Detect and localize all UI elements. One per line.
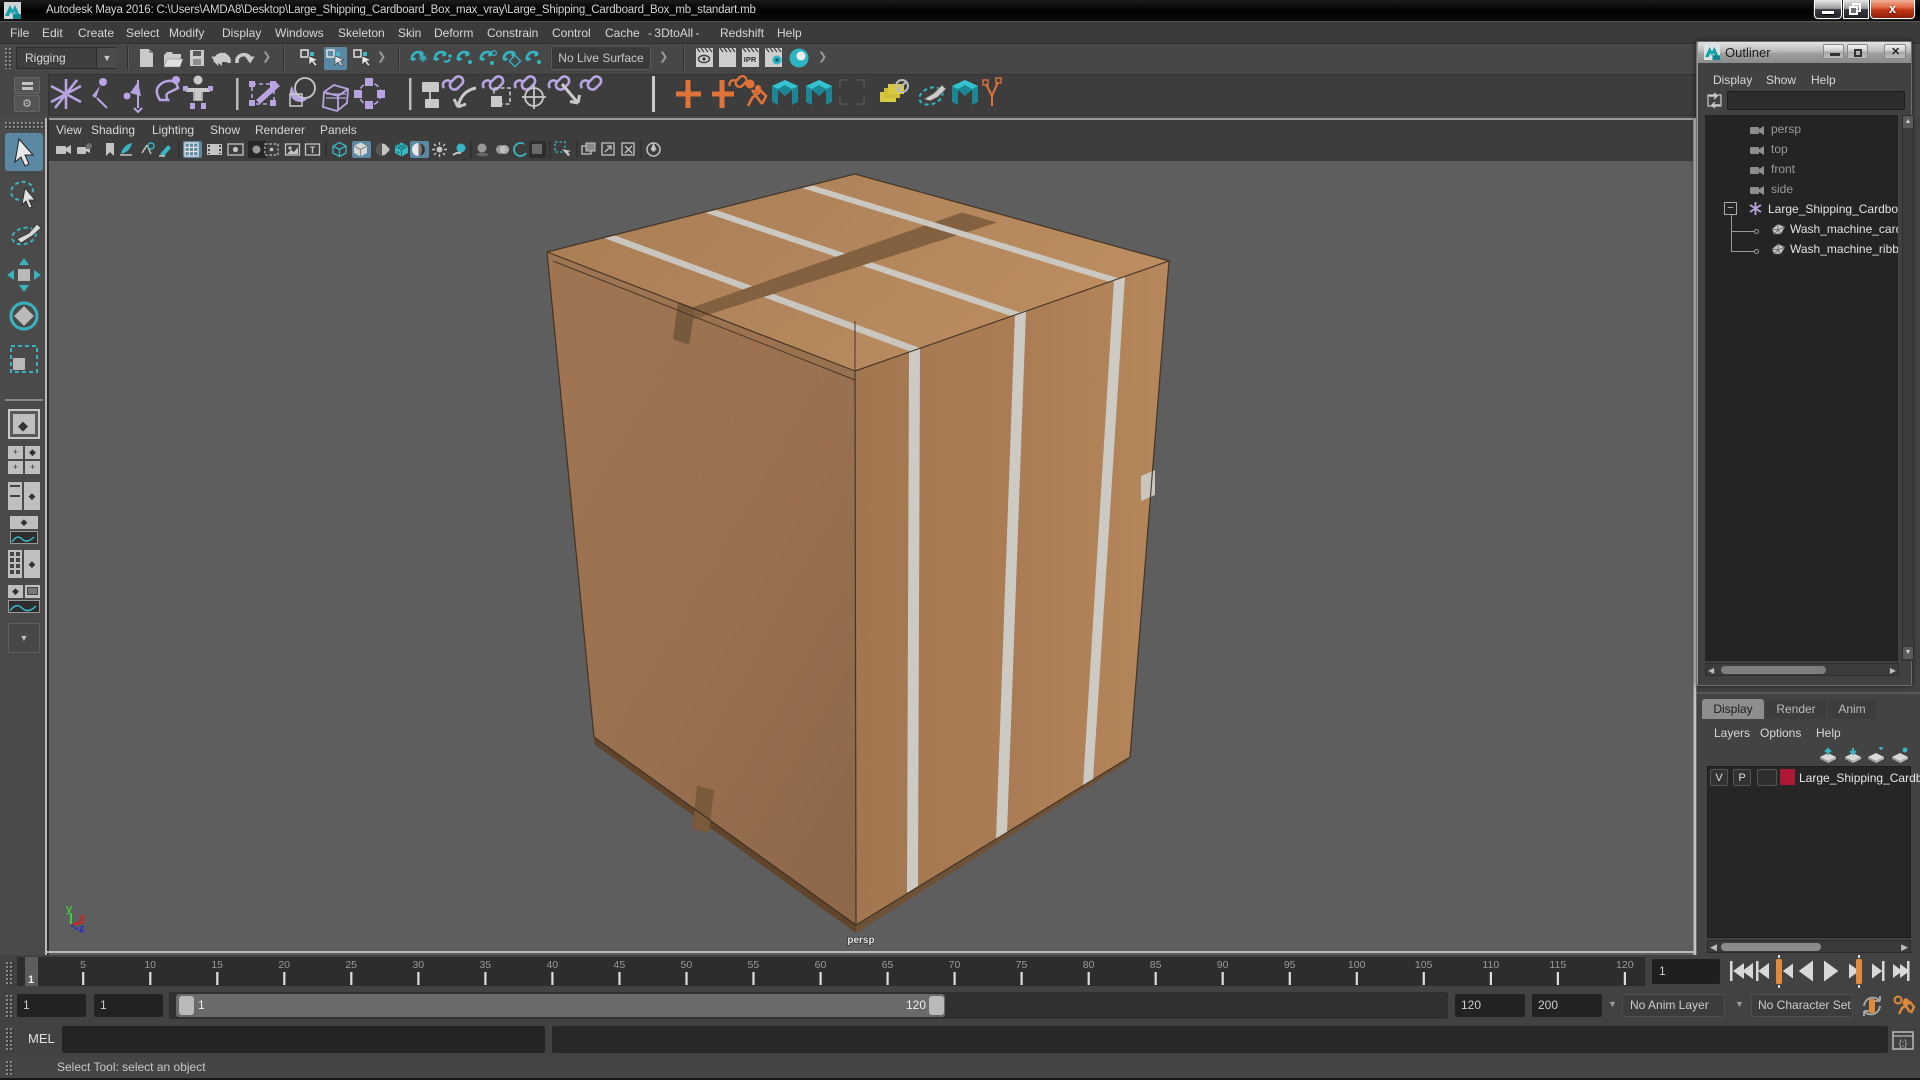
svg-text:100: 100 xyxy=(1348,959,1366,971)
svg-text:80: 80 xyxy=(1083,959,1095,971)
svg-text:55: 55 xyxy=(748,959,760,971)
svg-text:40: 40 xyxy=(546,959,558,971)
svg-text:T: T xyxy=(310,145,316,155)
svg-text:30: 30 xyxy=(412,959,424,971)
svg-text:90: 90 xyxy=(1217,959,1229,971)
svg-text:65: 65 xyxy=(882,959,894,971)
svg-text:15: 15 xyxy=(211,959,223,971)
svg-text:1: 1 xyxy=(28,974,34,986)
svg-text:115: 115 xyxy=(1549,959,1566,971)
svg-text:85: 85 xyxy=(1150,959,1162,971)
svg-text:95: 95 xyxy=(1284,959,1296,971)
svg-text:z: z xyxy=(79,923,85,935)
svg-text:110: 110 xyxy=(1482,959,1499,971)
svg-text:10: 10 xyxy=(144,959,156,971)
svg-text:20: 20 xyxy=(278,959,290,971)
svg-text:35: 35 xyxy=(479,959,491,971)
svg-text:45: 45 xyxy=(614,959,626,971)
svg-text:y: y xyxy=(66,903,73,915)
svg-text:60: 60 xyxy=(815,959,827,971)
svg-text:25: 25 xyxy=(345,959,357,971)
svg-text:50: 50 xyxy=(681,959,693,971)
svg-text:75: 75 xyxy=(1016,959,1028,971)
svg-text:120: 120 xyxy=(1616,959,1634,971)
svg-text:105: 105 xyxy=(1415,959,1433,971)
svg-text:5: 5 xyxy=(80,959,86,971)
svg-text:{;}: {;} xyxy=(1899,1038,1908,1048)
svg-text:70: 70 xyxy=(949,959,961,971)
svg-text:persp: persp xyxy=(847,935,874,946)
